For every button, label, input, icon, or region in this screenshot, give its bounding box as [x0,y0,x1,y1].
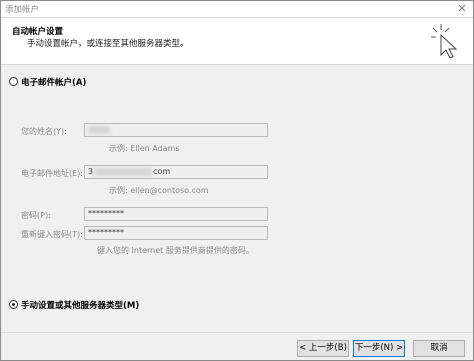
redacted-name [88,125,110,134]
name-hint: 示例: Ellen Adams [109,144,180,153]
header-title: 自动帐户设置 [12,27,64,37]
email-value-prefix: 3 [88,167,94,176]
email-account-label[interactable]: 电子邮件帐户(A) [21,76,86,88]
email-field[interactable]: 3 com [84,165,268,179]
title-bar: 添加帐户 ✕ [1,1,473,18]
header-subtitle: 手动设置帐户，或连接至其他服务器类型。 [27,39,189,49]
email-label: 电子邮件地址(E): [21,169,83,178]
email-hint: 示例: ellen@contoso.com [109,186,209,195]
name-label: 您的姓名(Y): [21,127,67,136]
window-title: 添加帐户 [5,5,40,15]
footer-divider [1,332,473,333]
email-value-suffix: com [153,167,171,176]
email-account-radio[interactable] [9,77,18,86]
cancel-button[interactable]: 取消 [413,340,465,357]
wizard-header: 自动帐户设置 手动设置帐户，或连接至其他服务器类型。 [1,18,473,65]
name-field[interactable] [84,123,268,137]
add-account-dialog: 添加帐户 ✕ 自动帐户设置 手动设置帐户，或连接至其他服务器类型。 电子邮件帐户… [0,0,474,361]
password-label: 密码(P): [21,211,51,220]
cursor-click-icon [431,24,458,59]
retype-password-field[interactable]: ********* [84,226,268,240]
password-hint: 键入您的 Internet 服务提供商提供的密码。 [97,246,254,255]
next-button[interactable]: 下一步(N) > [353,340,405,357]
close-icon[interactable]: ✕ [453,1,471,16]
manual-setup-radio[interactable] [9,300,18,309]
password-field[interactable]: ********* [84,207,268,221]
back-button[interactable]: < 上一步(B) [297,340,349,357]
manual-setup-label[interactable]: 手动设置或其他服务器类型(M) [21,299,139,311]
redacted-email [94,167,153,176]
retype-password-label: 重新键入密码(T): [21,230,83,239]
